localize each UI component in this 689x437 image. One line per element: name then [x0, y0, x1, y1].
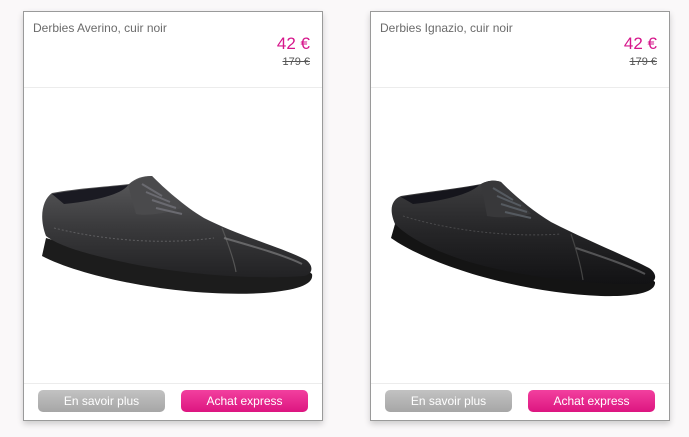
product-old-price: 179 € — [282, 56, 310, 68]
shoe-image — [391, 180, 656, 297]
more-info-button[interactable]: En savoir plus — [385, 390, 512, 412]
product-price: 42 € — [623, 34, 657, 53]
product-image[interactable] — [371, 88, 669, 385]
product-price: 42 € — [276, 34, 310, 53]
express-buy-button[interactable]: Achat express — [528, 390, 655, 412]
more-info-button[interactable]: En savoir plus — [38, 390, 165, 412]
product-card-header: Derbies Averino, cuir noir 42 € 179 € — [24, 12, 322, 88]
product-image[interactable] — [24, 88, 322, 385]
product-card[interactable]: Derbies Ignazio, cuir noir 42 € 179 € En… — [370, 11, 670, 421]
product-old-price: 179 € — [629, 56, 657, 68]
product-name[interactable]: Derbies Averino, cuir noir — [33, 21, 183, 36]
product-card-footer: En savoir plus Achat express — [371, 383, 669, 420]
shoe-image — [42, 176, 313, 294]
express-buy-button[interactable]: Achat express — [181, 390, 308, 412]
product-name[interactable]: Derbies Ignazio, cuir noir — [380, 21, 530, 36]
product-card[interactable]: Derbies Averino, cuir noir 42 € 179 € En… — [23, 11, 323, 421]
product-card-footer: En savoir plus Achat express — [24, 383, 322, 420]
product-card-header: Derbies Ignazio, cuir noir 42 € 179 € — [371, 12, 669, 88]
